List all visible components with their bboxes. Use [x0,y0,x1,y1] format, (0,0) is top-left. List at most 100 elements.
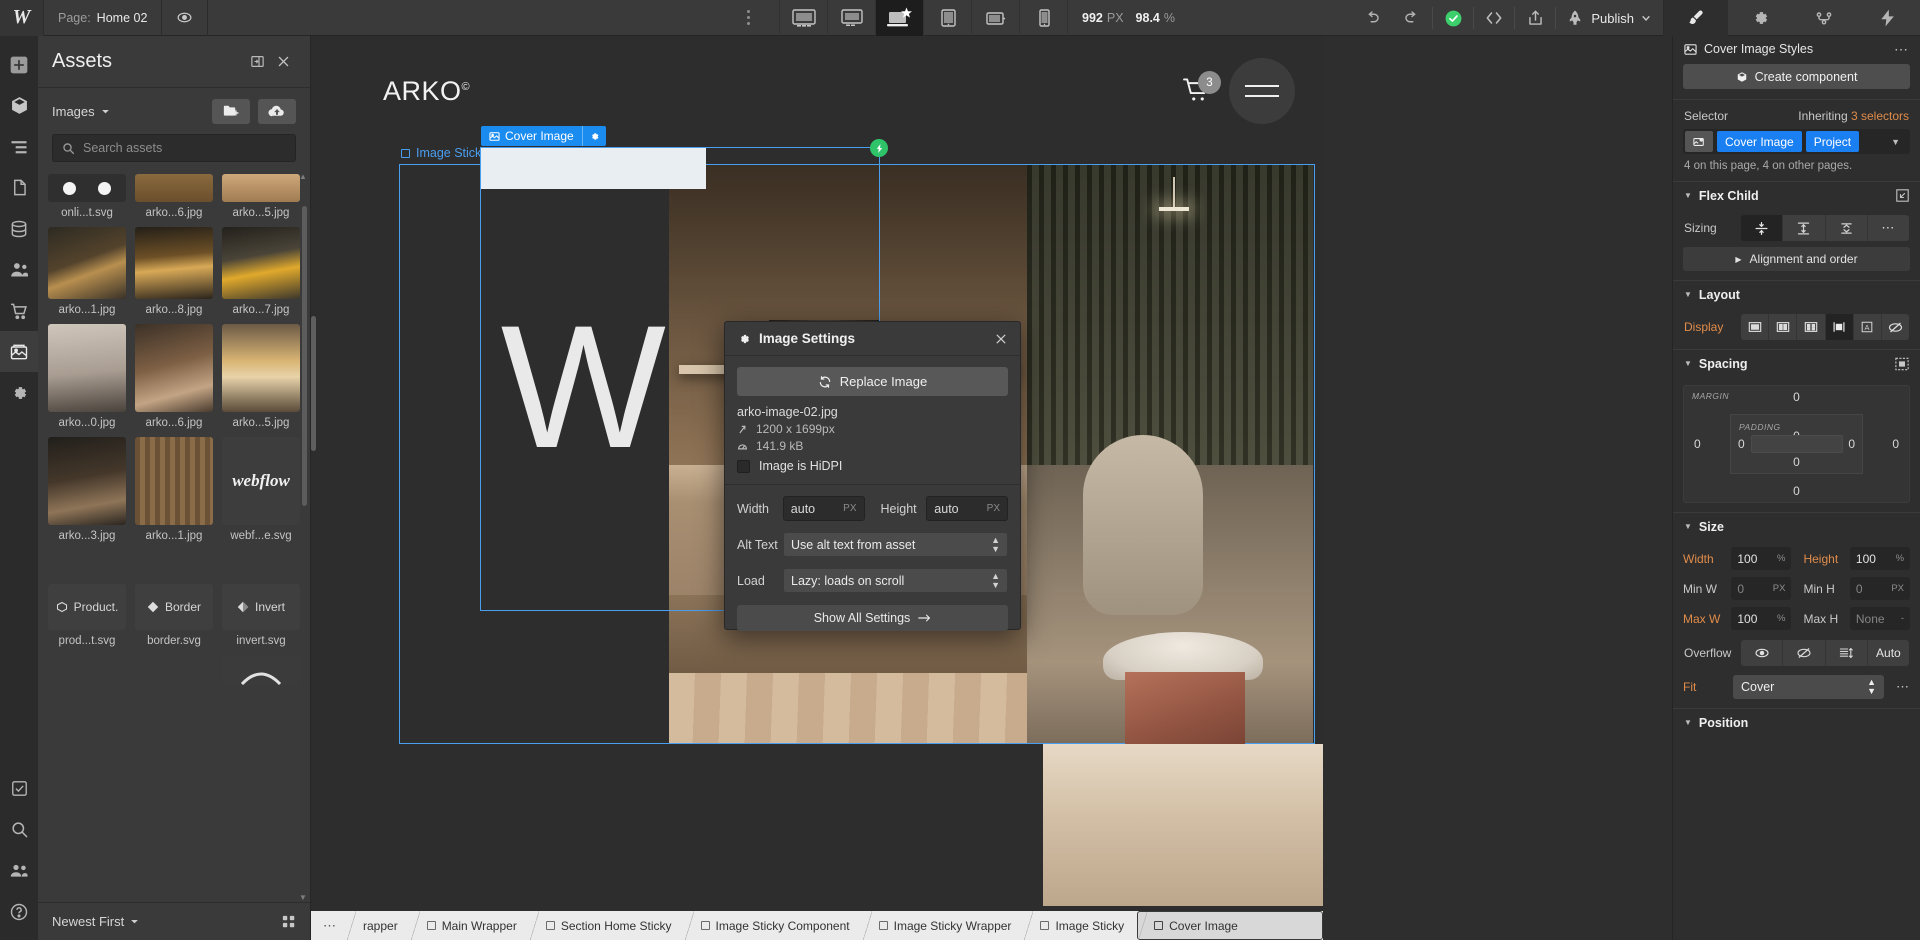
more-options-icon[interactable]: ⋯ [1894,41,1909,58]
asset-item[interactable]: arko...1.jpg [48,227,126,316]
min-height-input[interactable]: 0 PX [1850,577,1910,600]
margin-right-value[interactable]: 0 [1892,437,1899,451]
breadcrumb-item[interactable]: rapper [347,911,411,940]
section-flex-child[interactable]: ▼ Flex Child [1673,181,1920,209]
spacing-reset-icon[interactable] [1895,357,1909,371]
margin-left-value[interactable]: 0 [1694,437,1701,451]
interactions-tool[interactable] [1792,0,1856,36]
panel-collapse-icon[interactable] [244,54,270,69]
margin-top-value[interactable]: 0 [1793,390,1800,404]
sizing-segmented-control[interactable]: ⋯ [1741,215,1909,241]
webflow-logo[interactable]: W [0,0,43,36]
site-brand[interactable]: ARKO© [383,76,470,107]
redo-icon[interactable] [1392,0,1432,36]
asset-item[interactable]: Invert invert.svg [222,584,300,647]
mobile-portrait-breakpoint[interactable] [1019,0,1067,36]
assets-scrollbar-thumb[interactable] [302,206,307,506]
asset-item[interactable]: arko...7.jpg [222,227,300,316]
asset-item[interactable]: Border border.svg [135,584,213,647]
desktop-base-breakpoint[interactable] [875,0,923,36]
sizing-more-options[interactable]: ⋯ [1868,215,1909,241]
shopping-cart-icon[interactable]: 3 [1181,74,1215,108]
design-canvas[interactable]: ARKO© 3 Image Sticky Comp [311,36,1323,940]
alignment-and-order-toggle[interactable]: ▶ Alignment and order [1683,247,1910,271]
padding-bottom-value[interactable]: 0 [1793,455,1800,469]
fit-select[interactable]: Cover ▲▼ [1733,675,1884,699]
preview-eye-icon[interactable] [162,0,208,36]
padding-left-value[interactable]: 0 [1738,437,1745,451]
alt-text-select[interactable]: Use alt text from asset ▲▼ [783,532,1008,557]
asset-item[interactable]: arko...8.jpg [135,227,213,316]
height-input[interactable]: auto PX [926,496,1008,521]
asset-item[interactable]: arko...0.jpg [48,324,126,429]
load-select[interactable]: Lazy: loads on scroll ▲▼ [783,568,1008,593]
page-selector[interactable]: Page: Home 02 [43,0,162,36]
selected-element-tag[interactable]: Cover Image [481,126,606,146]
display-inline-block[interactable] [1826,314,1854,340]
assets-grid-scroll[interactable]: onli...t.svg arko...6.jpg arko...5.jpg a… [38,172,310,902]
overflow-segmented-control[interactable]: Auto [1741,640,1909,666]
selector-tag-project[interactable]: Project [1806,131,1859,152]
sidebar-item-users[interactable] [0,249,38,290]
display-flex[interactable] [1769,314,1797,340]
mobile-landscape-breakpoint[interactable] [971,0,1019,36]
hidpi-checkbox[interactable] [737,460,750,473]
settings-gear-tool[interactable] [1728,0,1792,36]
element-tag-settings-icon[interactable] [582,126,606,146]
sidebar-item-help[interactable] [0,891,38,932]
sidebar-item-audit[interactable] [0,768,38,809]
publish-button[interactable]: Publish [1556,0,1663,36]
search-assets-box[interactable] [52,134,296,162]
asset-item[interactable]: Product. prod...t.svg [48,584,126,647]
hidpi-toggle[interactable]: Image is HiDPI [737,459,1008,473]
section-layout[interactable]: ▼ Layout [1673,280,1920,308]
display-none[interactable] [1882,314,1909,340]
overflow-scroll[interactable] [1826,640,1868,666]
sidebar-item-ecommerce[interactable] [0,290,38,331]
close-icon[interactable] [994,332,1008,346]
max-width-input[interactable]: 100 % [1731,607,1791,630]
grid-view-icon[interactable] [282,915,296,929]
min-width-input[interactable]: 0 PX [1731,577,1791,600]
asset-item[interactable]: arko...5.jpg [222,174,300,219]
sizing-grow-if-possible[interactable] [1783,215,1825,241]
breadcrumb-item[interactable]: Main Wrapper [411,911,530,940]
overflow-hidden[interactable] [1783,640,1825,666]
breadcrumb-item[interactable]: Section Home Sticky [530,911,685,940]
section-size[interactable]: ▼ Size [1673,512,1920,540]
tablet-breakpoint[interactable] [923,0,971,36]
share-icon[interactable] [1515,0,1555,36]
lightning-handle-icon[interactable] [870,139,888,157]
sidebar-item-add-elements[interactable] [0,44,38,85]
display-grid[interactable] [1797,314,1825,340]
selector-tag-cover-image[interactable]: Cover Image [1717,131,1802,152]
asset-item[interactable] [222,655,300,685]
sizing-shrink-if-needed[interactable] [1741,215,1783,241]
size-height-input[interactable]: 100 % [1850,547,1910,570]
size-width-input[interactable]: 100 % [1731,547,1791,570]
max-height-input[interactable]: None - [1850,607,1910,630]
search-input[interactable] [83,141,286,155]
asset-item[interactable]: arko...1.jpg [135,437,213,542]
assets-scrollbar[interactable]: ▲ ▼ [302,172,308,902]
save-status-icon[interactable] [1433,0,1473,36]
display-block[interactable] [1741,314,1769,340]
new-folder-icon[interactable] [212,99,250,124]
effects-tool[interactable] [1856,0,1920,36]
close-icon[interactable] [270,54,296,69]
sizing-dont-shrink[interactable] [1826,215,1868,241]
section-position[interactable]: ▼ Position [1673,708,1920,736]
hamburger-menu-icon[interactable] [1229,58,1295,124]
sidebar-item-cms[interactable] [0,208,38,249]
margin-bottom-value[interactable]: 0 [1793,484,1800,498]
spacing-center-bar[interactable] [1751,435,1843,453]
overflow-visible[interactable] [1741,640,1783,666]
style-brush-tool[interactable] [1664,0,1728,36]
assets-sort-dropdown[interactable]: Newest First [52,914,139,929]
undo-icon[interactable] [1352,0,1392,36]
create-component-button[interactable]: Create component [1683,64,1910,89]
desktop-xl-breakpoint[interactable] [779,0,827,36]
display-inline[interactable]: A [1854,314,1882,340]
assets-filter-dropdown[interactable]: Images [52,104,110,119]
asset-item[interactable]: arko...6.jpg [135,324,213,429]
